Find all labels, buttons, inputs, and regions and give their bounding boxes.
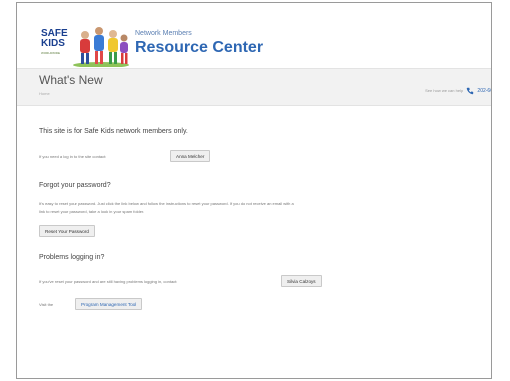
login-text: If you need a log in to the site contact…: [39, 154, 107, 159]
reset-password-button[interactable]: Reset Your Password: [39, 225, 95, 237]
phone-number[interactable]: 202-66: [477, 88, 491, 94]
page-title: What's New: [39, 73, 103, 87]
program-management-tool-button[interactable]: Program Management Tool: [75, 298, 143, 310]
forgot-text-line-2: link to reset your password, take a look…: [39, 209, 145, 214]
visit-text: Visit the: [39, 302, 54, 307]
brand-title[interactable]: Resource Center: [135, 39, 263, 57]
login-contact-button[interactable]: Anna Melcher: [170, 150, 211, 162]
brand-subtitle: Network Members: [135, 30, 192, 37]
logo-kids-text: KIDS: [41, 38, 65, 49]
forgot-heading: Forgot your password?: [39, 182, 111, 189]
kids-figures-icon: [73, 27, 129, 67]
site-header: SAFE KIDS WORLDWIDE Network Members Reso…: [17, 3, 477, 68]
forgot-text-line-1: It's easy to reset your password. Just c…: [39, 201, 294, 206]
page-frame: SAFE KIDS WORLDWIDE Network Members Reso…: [16, 2, 492, 379]
help-line: See how we can help 202-66: [425, 87, 491, 95]
intro-heading: This site is for Safe Kids network membe…: [39, 128, 188, 135]
breadcrumb-home[interactable]: Home: [39, 91, 50, 96]
problems-contact-button[interactable]: Silvia Calzoys: [281, 275, 322, 287]
phone-icon: [467, 87, 474, 95]
page-title-band: What's New Home See how we can help 202-…: [17, 68, 491, 106]
logo-tagline: WORLDWIDE: [41, 51, 60, 55]
help-text: See how we can help: [425, 88, 464, 94]
problems-heading: Problems logging in?: [39, 254, 105, 261]
problems-text: If you've reset your password and are st…: [39, 279, 178, 284]
